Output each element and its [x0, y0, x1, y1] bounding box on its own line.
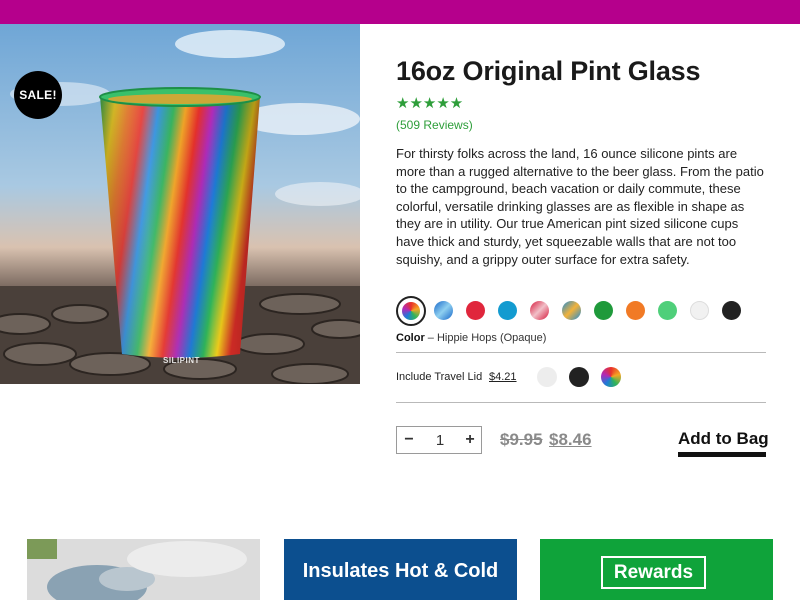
- star-icons: ★★★★★: [396, 95, 464, 112]
- add-to-bag-underline: [678, 452, 766, 457]
- quantity-value[interactable]: 1: [431, 432, 449, 449]
- quantity-decrease-button[interactable]: −: [399, 430, 419, 450]
- reviews-link[interactable]: (509 Reviews): [396, 118, 473, 132]
- color-swatch-teal-swirl[interactable]: [562, 301, 581, 320]
- travel-lid-price[interactable]: $4.21: [489, 371, 517, 383]
- product-description: For thirsty folks across the land, 16 ou…: [396, 146, 764, 267]
- color-swatch-red-white-swirl[interactable]: [530, 301, 549, 320]
- color-value: – Hippie Hops (Opaque): [427, 332, 547, 344]
- divider: [396, 352, 766, 353]
- quantity-increase-button[interactable]: +: [460, 430, 480, 450]
- lifestyle-photo: [27, 539, 260, 600]
- travel-lid-swatch-hippie-hops[interactable]: [601, 367, 621, 387]
- color-swatch-mint[interactable]: [658, 301, 677, 320]
- product-image[interactable]: SALE! SILIPINT: [0, 24, 360, 384]
- color-swatch-aqua[interactable]: [498, 301, 517, 320]
- sale-price: $8.46: [549, 430, 592, 449]
- color-swatch-orange[interactable]: [626, 301, 645, 320]
- insulates-tile[interactable]: Insulates Hot & Cold: [284, 539, 517, 600]
- color-swatch-blue-swirl[interactable]: [434, 301, 453, 320]
- top-banner-bar: [0, 0, 800, 24]
- insulates-heading: Insulates Hot & Cold: [302, 560, 499, 582]
- product-title: 16oz Original Pint Glass: [396, 56, 701, 86]
- color-label: Color: [396, 332, 425, 344]
- sale-badge: SALE!: [14, 71, 62, 119]
- original-price: $9.95: [500, 430, 543, 449]
- quantity-stepper: − 1 +: [396, 426, 482, 454]
- color-swatch-red[interactable]: [466, 301, 485, 320]
- divider: [396, 402, 766, 403]
- color-swatch-green[interactable]: [594, 301, 613, 320]
- color-swatch-white[interactable]: [690, 301, 709, 320]
- star-rating[interactable]: ★★★★★: [396, 96, 463, 112]
- rewards-button[interactable]: Rewards: [601, 556, 706, 589]
- travel-lid-label: Include Travel Lid: [396, 371, 483, 383]
- product-logo-mark: SILIPINT: [163, 356, 200, 365]
- travel-lid-swatch-black[interactable]: [569, 367, 589, 387]
- color-swatch-hippie-hops[interactable]: [396, 296, 426, 326]
- travel-lid-swatch-clear[interactable]: [537, 367, 557, 387]
- color-swatch-black[interactable]: [722, 301, 741, 320]
- add-to-bag-button[interactable]: Add to Bag: [678, 429, 769, 449]
- lifestyle-photo-tile[interactable]: [27, 539, 260, 600]
- selected-color: Color – Hippie Hops (Opaque): [396, 332, 546, 344]
- rewards-tile[interactable]: Rewards: [540, 539, 773, 600]
